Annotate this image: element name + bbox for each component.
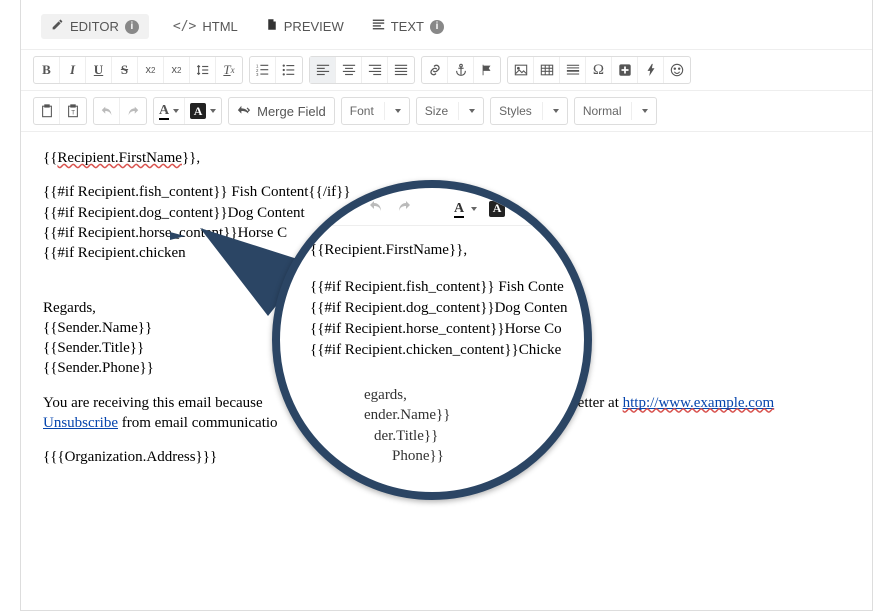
ordered-list-button[interactable]: 123 [250,57,276,83]
info-icon: i [430,20,444,34]
undo-icon[interactable] [368,198,384,219]
omega-button[interactable]: Ω [586,57,612,83]
superscript-button[interactable]: x2 [164,57,190,83]
size-select[interactable]: Size [416,97,484,125]
greeting-line: {{Recipient.FirstName}}, [43,148,850,168]
bold-button[interactable]: B [34,57,60,83]
italic-button[interactable]: I [60,57,86,83]
paste-text-button[interactable]: T [60,98,86,124]
undo-button[interactable] [94,98,120,124]
lightning-button[interactable] [638,57,664,83]
emoji-button[interactable] [664,57,690,83]
magnifier-toolbar: A A [280,188,584,226]
paste-button[interactable] [34,98,60,124]
svg-text:3: 3 [256,72,259,77]
merge-field-label: Merge Field [257,104,326,119]
text-color-icon[interactable]: A [454,201,477,217]
toolbar-row2: T A A Merge Field Font [21,91,872,132]
tab-editor[interactable]: EDITOR i [41,14,149,39]
info-icon: i [125,20,139,34]
toolbar-row1: B I U S x2 x2 Tx 123 [21,50,872,91]
tab-html-label: HTML [202,19,237,34]
bullet-list-button[interactable] [276,57,302,83]
strikethrough-button[interactable]: S [112,57,138,83]
format-select[interactable]: Normal [574,97,658,125]
bg-color-button[interactable]: A [185,98,221,124]
clear-format-button[interactable]: Tx [216,57,242,83]
file-icon [266,18,278,35]
view-tabs: EDITOR i </> HTML PREVIEW TEXT i [21,0,872,50]
align-right-button[interactable] [362,57,388,83]
unsubscribe-link[interactable]: Unsubscribe [43,415,118,431]
plus-button[interactable] [612,57,638,83]
magnifier: A A {{Recipient.FirstName}}, {{#if Recip… [272,180,592,500]
tab-preview[interactable]: PREVIEW [262,14,348,39]
table-button[interactable] [534,57,560,83]
text-color-button[interactable]: A [154,98,185,124]
line-height-button[interactable] [190,57,216,83]
footer-link[interactable]: http://www.example.com [623,395,775,411]
align-center-button[interactable] [336,57,362,83]
styles-select[interactable]: Styles [490,97,568,125]
merge-field-button[interactable]: Merge Field [228,97,335,125]
bg-color-icon[interactable]: A [489,201,518,217]
magnifier-regards: egards, ender.Name}} der.Title}} Phone}} [280,385,584,474]
tab-text[interactable]: TEXT i [368,14,448,39]
pencil-icon [51,18,64,35]
align-justify-button[interactable] [388,57,414,83]
subscript-button[interactable]: x2 [138,57,164,83]
magnifier-content: {{Recipient.FirstName}}, {{#if Recipient… [280,226,584,385]
tab-preview-label: PREVIEW [284,19,344,34]
redo-button[interactable] [120,98,146,124]
lines-icon [372,18,385,35]
align-left-button[interactable] [310,57,336,83]
anchor-button[interactable] [448,57,474,83]
svg-text:T: T [71,110,75,117]
underline-button[interactable]: U [86,57,112,83]
image-button[interactable] [508,57,534,83]
redo-icon[interactable] [396,198,412,219]
tab-html[interactable]: </> HTML [169,14,242,39]
tab-text-label: TEXT [391,19,424,34]
font-select[interactable]: Font [341,97,410,125]
hr-button[interactable] [560,57,586,83]
tab-editor-label: EDITOR [70,19,119,34]
code-icon: </> [173,19,196,34]
link-button[interactable] [422,57,448,83]
flag-button[interactable] [474,57,500,83]
